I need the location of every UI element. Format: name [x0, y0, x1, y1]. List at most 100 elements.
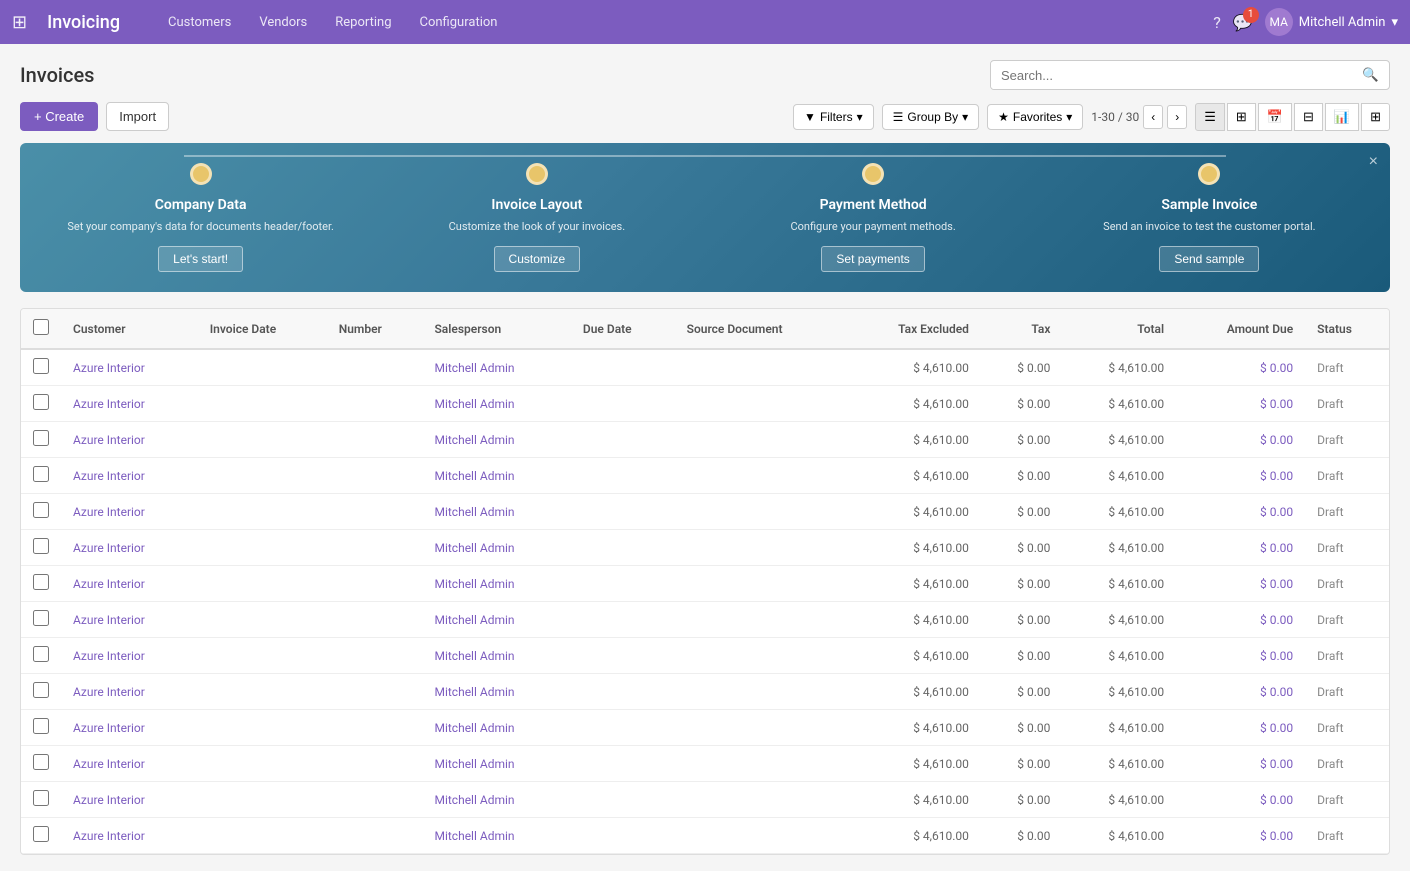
row-customer[interactable]: Azure Interior: [61, 458, 198, 494]
col-total[interactable]: Total: [1062, 309, 1176, 349]
row-checkbox[interactable]: [33, 430, 49, 446]
user-menu[interactable]: MA Mitchell Admin ▾: [1265, 8, 1398, 36]
row-customer[interactable]: Azure Interior: [61, 422, 198, 458]
row-amount-due[interactable]: $ 0.00: [1176, 494, 1305, 530]
row-amount-due[interactable]: $ 0.00: [1176, 782, 1305, 818]
row-checkbox-cell: [21, 494, 61, 530]
row-checkbox[interactable]: [33, 718, 49, 734]
kanban-view-button[interactable]: ⊞: [1227, 103, 1256, 131]
col-due-date[interactable]: Due Date: [571, 309, 675, 349]
row-salesperson[interactable]: Mitchell Admin: [422, 782, 570, 818]
row-salesperson[interactable]: Mitchell Admin: [422, 710, 570, 746]
row-checkbox[interactable]: [33, 646, 49, 662]
row-checkbox[interactable]: [33, 502, 49, 518]
row-amount-due[interactable]: $ 0.00: [1176, 818, 1305, 854]
group-by-button[interactable]: ☰ Group By ▾: [882, 104, 980, 130]
row-customer[interactable]: Azure Interior: [61, 782, 198, 818]
row-salesperson[interactable]: Mitchell Admin: [422, 530, 570, 566]
row-checkbox[interactable]: [33, 394, 49, 410]
chat-icon[interactable]: 💬 1: [1233, 13, 1253, 32]
calendar-view-button[interactable]: 📅: [1258, 103, 1292, 131]
step-btn-payment[interactable]: Set payments: [821, 246, 924, 272]
question-icon[interactable]: ?: [1213, 13, 1221, 32]
col-invoice-date[interactable]: Invoice Date: [198, 309, 327, 349]
col-amount-due[interactable]: Amount Due: [1176, 309, 1305, 349]
row-tax-excl: $ 4,610.00: [846, 494, 981, 530]
favorites-button[interactable]: ★ Favorites ▾: [987, 104, 1083, 130]
row-salesperson[interactable]: Mitchell Admin: [422, 422, 570, 458]
row-customer[interactable]: Azure Interior: [61, 602, 198, 638]
row-checkbox[interactable]: [33, 466, 49, 482]
row-salesperson[interactable]: Mitchell Admin: [422, 638, 570, 674]
step-btn-sample[interactable]: Send sample: [1159, 246, 1259, 272]
pivot-view-button[interactable]: ⊟: [1294, 103, 1323, 131]
row-customer[interactable]: Azure Interior: [61, 494, 198, 530]
row-customer[interactable]: Azure Interior: [61, 386, 198, 422]
row-customer[interactable]: Azure Interior: [61, 566, 198, 602]
nav-configuration[interactable]: Configuration: [408, 9, 510, 36]
row-salesperson[interactable]: Mitchell Admin: [422, 818, 570, 854]
row-salesperson[interactable]: Mitchell Admin: [422, 566, 570, 602]
col-salesperson[interactable]: Salesperson: [422, 309, 570, 349]
col-status[interactable]: Status: [1305, 309, 1389, 349]
row-customer[interactable]: Azure Interior: [61, 818, 198, 854]
row-amount-due[interactable]: $ 0.00: [1176, 349, 1305, 386]
col-tax[interactable]: Tax: [981, 309, 1062, 349]
row-customer[interactable]: Azure Interior: [61, 638, 198, 674]
row-amount-due[interactable]: $ 0.00: [1176, 746, 1305, 782]
row-salesperson[interactable]: Mitchell Admin: [422, 746, 570, 782]
row-amount-due[interactable]: $ 0.00: [1176, 566, 1305, 602]
list-view-button[interactable]: ☰: [1195, 103, 1225, 131]
row-amount-due[interactable]: $ 0.00: [1176, 422, 1305, 458]
table-header-row: Customer Invoice Date Number Salesperson…: [21, 309, 1389, 349]
row-customer[interactable]: Azure Interior: [61, 746, 198, 782]
search-button[interactable]: 🔍: [1352, 61, 1389, 89]
row-amount-due[interactable]: $ 0.00: [1176, 710, 1305, 746]
row-checkbox[interactable]: [33, 790, 49, 806]
col-number[interactable]: Number: [327, 309, 423, 349]
col-tax-excl[interactable]: Tax Excluded: [846, 309, 981, 349]
search-input[interactable]: [991, 62, 1352, 89]
row-checkbox[interactable]: [33, 610, 49, 626]
app-grid-icon[interactable]: ⊞: [12, 12, 27, 33]
step-btn-layout[interactable]: Customize: [494, 246, 581, 272]
prev-page-button[interactable]: ‹: [1143, 105, 1163, 129]
row-checkbox[interactable]: [33, 682, 49, 698]
row-salesperson[interactable]: Mitchell Admin: [422, 494, 570, 530]
row-amount-due[interactable]: $ 0.00: [1176, 638, 1305, 674]
activity-view-button[interactable]: ⊞: [1361, 103, 1390, 131]
chart-view-button[interactable]: 📊: [1325, 103, 1359, 131]
filters-button[interactable]: ▼ Filters ▾: [793, 104, 874, 130]
select-all-checkbox[interactable]: [33, 319, 49, 335]
row-salesperson[interactable]: Mitchell Admin: [422, 386, 570, 422]
row-customer[interactable]: Azure Interior: [61, 349, 198, 386]
table-row: Azure Interior Mitchell Admin $ 4,610.00…: [21, 674, 1389, 710]
step-btn-company[interactable]: Let's start!: [158, 246, 243, 272]
row-salesperson[interactable]: Mitchell Admin: [422, 602, 570, 638]
row-customer[interactable]: Azure Interior: [61, 530, 198, 566]
row-amount-due[interactable]: $ 0.00: [1176, 674, 1305, 710]
user-name: Mitchell Admin: [1299, 15, 1386, 30]
row-customer[interactable]: Azure Interior: [61, 710, 198, 746]
nav-customers[interactable]: Customers: [156, 9, 243, 36]
row-salesperson[interactable]: Mitchell Admin: [422, 674, 570, 710]
col-source-doc[interactable]: Source Document: [675, 309, 846, 349]
row-checkbox[interactable]: [33, 538, 49, 554]
import-button[interactable]: Import: [106, 102, 169, 131]
row-customer[interactable]: Azure Interior: [61, 674, 198, 710]
nav-reporting[interactable]: Reporting: [323, 9, 403, 36]
row-salesperson[interactable]: Mitchell Admin: [422, 349, 570, 386]
next-page-button[interactable]: ›: [1167, 105, 1187, 129]
banner-close-button[interactable]: ×: [1369, 153, 1378, 171]
row-amount-due[interactable]: $ 0.00: [1176, 530, 1305, 566]
row-checkbox[interactable]: [33, 574, 49, 590]
row-amount-due[interactable]: $ 0.00: [1176, 458, 1305, 494]
row-checkbox[interactable]: [33, 826, 49, 842]
row-amount-due[interactable]: $ 0.00: [1176, 602, 1305, 638]
row-checkbox[interactable]: [33, 358, 49, 374]
nav-vendors[interactable]: Vendors: [247, 9, 319, 36]
create-button[interactable]: + Create: [20, 102, 98, 131]
row-salesperson[interactable]: Mitchell Admin: [422, 458, 570, 494]
row-amount-due[interactable]: $ 0.00: [1176, 386, 1305, 422]
col-customer[interactable]: Customer: [61, 309, 198, 349]
